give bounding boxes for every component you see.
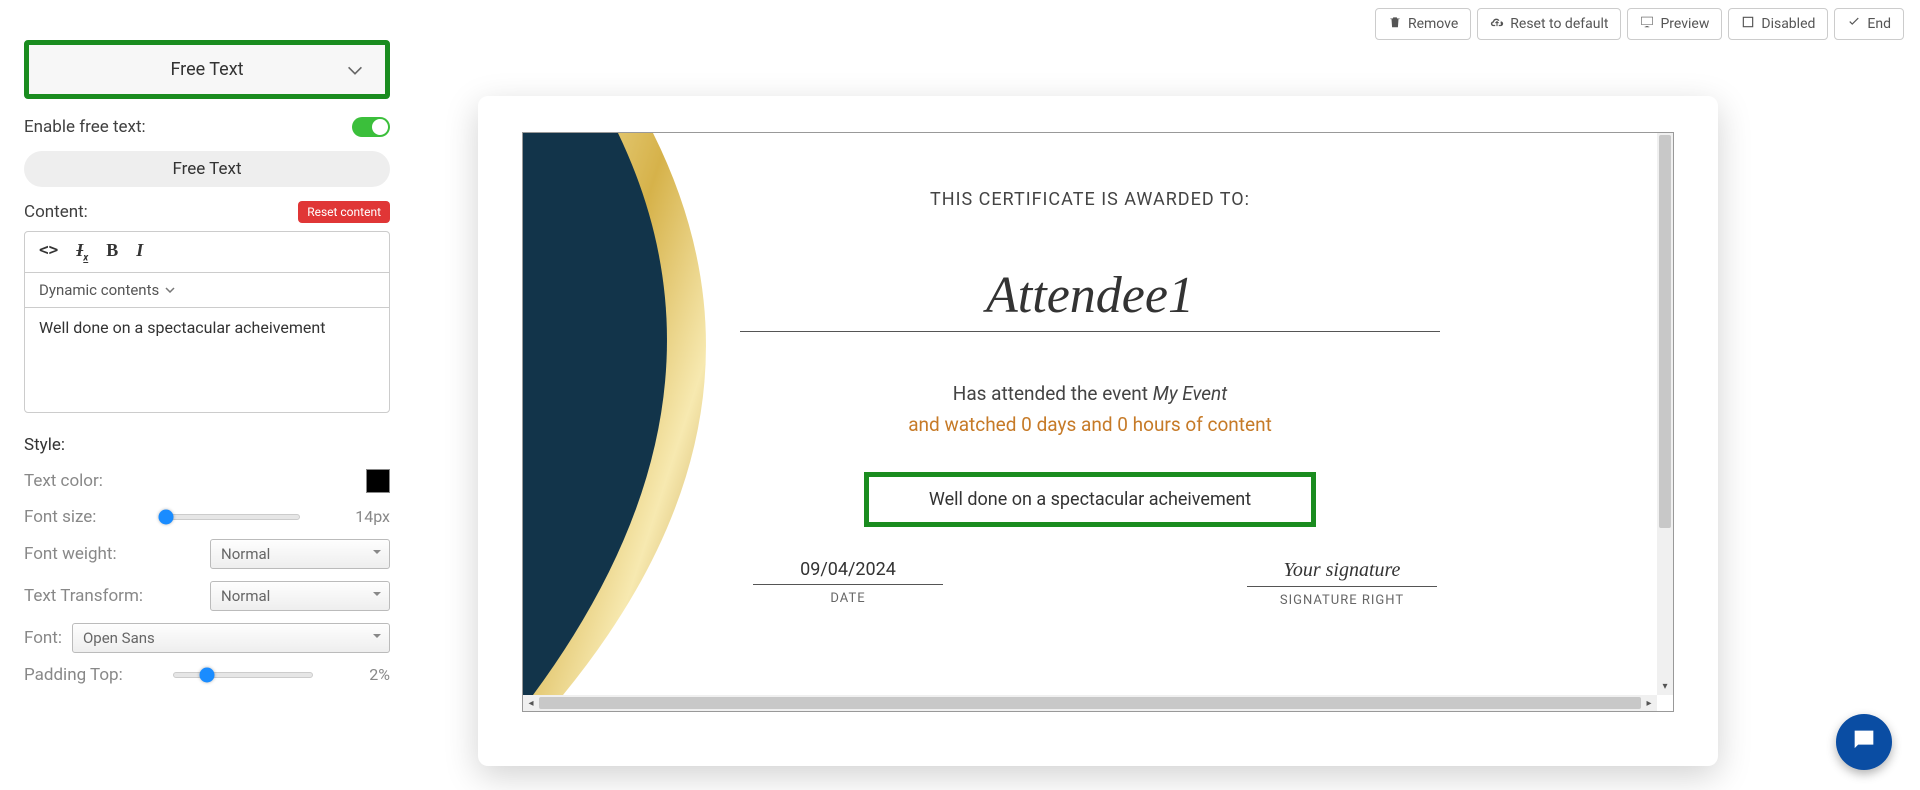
- text-color-swatch[interactable]: [366, 469, 390, 493]
- top-toolbar: Remove Reset to default Preview Disabled…: [1375, 8, 1904, 40]
- attended-line: Has attended the event My Event: [583, 382, 1597, 405]
- chat-icon: [1850, 726, 1878, 758]
- chat-fab-button[interactable]: [1836, 714, 1892, 770]
- font-size-row: Font size: 14px: [24, 507, 390, 527]
- font-weight-label: Font weight:: [24, 544, 117, 564]
- section-title: Free Text: [170, 59, 243, 80]
- square-icon: [1741, 15, 1755, 33]
- disabled-label: Disabled: [1761, 16, 1815, 32]
- clear-format-icon[interactable]: Ix: [76, 240, 88, 264]
- attended-prefix: Has attended the event: [953, 382, 1153, 405]
- preview-label: Preview: [1660, 16, 1709, 32]
- font-size-label: Font size:: [24, 507, 96, 527]
- scroll-down-arrow-icon[interactable]: ▾: [1657, 679, 1673, 695]
- enable-free-text-toggle[interactable]: [352, 117, 390, 137]
- free-text-preview-box: Well done on a spectacular acheivement: [864, 472, 1316, 527]
- end-button[interactable]: End: [1834, 8, 1904, 40]
- bold-icon[interactable]: B: [106, 240, 118, 264]
- signature-value: Your signature: [1247, 559, 1437, 587]
- padding-top-value: 2%: [346, 665, 390, 684]
- font-size-slider[interactable]: [160, 510, 300, 524]
- content-editor: <> Ix B I Dynamic contents: [24, 231, 390, 413]
- remove-button[interactable]: Remove: [1375, 8, 1471, 40]
- font-select[interactable]: Open Sans: [72, 623, 390, 653]
- free-text-pill-button[interactable]: Free Text: [24, 151, 390, 187]
- signature-row: 09/04/2024 DATE Your signature SIGNATURE…: [753, 559, 1437, 608]
- monitor-icon: [1640, 15, 1654, 33]
- padding-top-row: Padding Top: 2%: [24, 665, 390, 685]
- disabled-button[interactable]: Disabled: [1728, 8, 1828, 40]
- trash-icon: [1388, 15, 1402, 33]
- padding-top-label: Padding Top:: [24, 665, 123, 685]
- italic-icon[interactable]: I: [136, 240, 143, 264]
- preview-panel: THIS CERTIFICATE IS AWARDED TO: Attendee…: [478, 96, 1718, 766]
- remove-label: Remove: [1408, 16, 1458, 32]
- awarded-to-line: THIS CERTIFICATE IS AWARDED TO:: [583, 189, 1597, 210]
- enable-free-text-row: Enable free text:: [24, 117, 390, 137]
- signature-column: Your signature SIGNATURE RIGHT: [1247, 559, 1437, 608]
- text-color-label: Text color:: [24, 471, 103, 491]
- chevron-down-icon: [347, 59, 363, 80]
- padding-top-slider[interactable]: [173, 668, 313, 682]
- event-name: My Event: [1153, 382, 1228, 405]
- editor-toolbar: <> Ix B I: [25, 232, 389, 273]
- code-icon[interactable]: <>: [39, 240, 58, 264]
- style-label: Style:: [24, 435, 390, 455]
- scroll-left-arrow-icon[interactable]: ◂: [523, 698, 539, 709]
- font-weight-row: Font weight: Normal: [24, 539, 390, 569]
- vertical-scroll-thumb[interactable]: [1659, 135, 1671, 528]
- content-header: Content: Reset content: [24, 201, 390, 223]
- reset-content-button[interactable]: Reset content: [298, 201, 390, 223]
- font-size-value: 14px: [346, 507, 390, 526]
- reset-default-label: Reset to default: [1510, 16, 1608, 32]
- preview-vertical-scrollbar[interactable]: ▴ ▾: [1657, 133, 1673, 695]
- font-weight-select[interactable]: Normal: [210, 539, 390, 569]
- horizontal-scroll-thumb[interactable]: [539, 697, 1641, 709]
- content-textarea[interactable]: [25, 308, 389, 408]
- sidebar[interactable]: Free Text Enable free text: Free Text Co…: [8, 40, 416, 790]
- dynamic-contents-dropdown[interactable]: Dynamic contents: [25, 273, 389, 308]
- certificate-content: THIS CERTIFICATE IS AWARDED TO: Attendee…: [523, 133, 1657, 695]
- watched-line: and watched 0 days and 0 hours of conten…: [583, 413, 1597, 436]
- dynamic-contents-label: Dynamic contents: [39, 281, 159, 299]
- certificate-preview-frame: THIS CERTIFICATE IS AWARDED TO: Attendee…: [522, 132, 1674, 712]
- content-label: Content:: [24, 202, 88, 222]
- enable-free-text-label: Enable free text:: [24, 117, 146, 137]
- text-transform-select[interactable]: Normal: [210, 581, 390, 611]
- date-column: 09/04/2024 DATE: [753, 559, 943, 608]
- upload-cloud-icon: [1490, 15, 1504, 33]
- chevron-down-icon: [165, 287, 175, 293]
- font-label: Font:: [24, 628, 62, 648]
- date-label: DATE: [753, 591, 943, 606]
- scroll-right-arrow-icon[interactable]: ▸: [1641, 698, 1657, 709]
- reset-default-button[interactable]: Reset to default: [1477, 8, 1621, 40]
- signature-label: SIGNATURE RIGHT: [1247, 593, 1437, 608]
- text-transform-row: Text Transform: Normal: [24, 581, 390, 611]
- text-color-row: Text color:: [24, 469, 390, 493]
- preview-horizontal-scrollbar[interactable]: ◂ ▸: [523, 695, 1657, 711]
- date-value: 09/04/2024: [753, 559, 943, 585]
- end-label: End: [1867, 16, 1891, 32]
- check-icon: [1847, 15, 1861, 33]
- font-row: Font: Open Sans: [24, 623, 390, 653]
- free-text-section-header[interactable]: Free Text: [24, 40, 390, 99]
- preview-button[interactable]: Preview: [1627, 8, 1722, 40]
- text-transform-label: Text Transform:: [24, 586, 143, 606]
- attendee-name: Attendee1: [740, 266, 1440, 332]
